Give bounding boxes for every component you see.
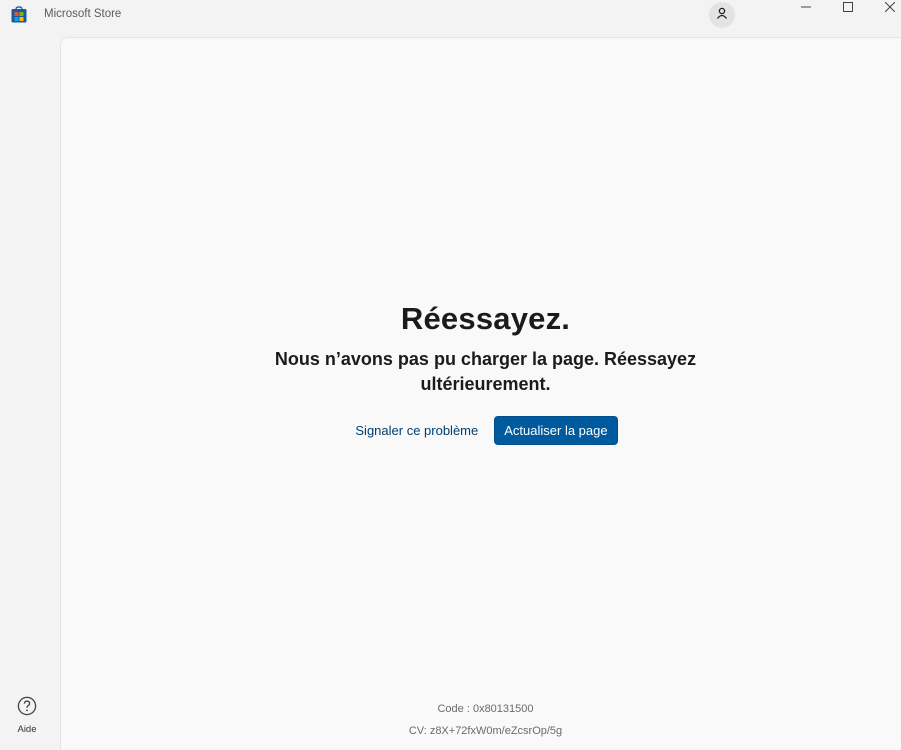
user-icon xyxy=(716,6,728,24)
minimize-button[interactable] xyxy=(786,0,826,14)
diagnostics-info: Code : 0x80131500 CV: z8X+72fxW0m/eZcsrO… xyxy=(61,698,901,742)
report-problem-link[interactable]: Signaler ce problème xyxy=(353,419,480,442)
content-panel: Réessayez. Nous n’avons pas pu charger l… xyxy=(60,37,901,750)
maximize-button[interactable] xyxy=(828,0,868,14)
maximize-icon xyxy=(843,2,853,12)
error-actions: Signaler ce problème Actualiser la page xyxy=(61,416,901,445)
app-title: Microsoft Store xyxy=(44,8,122,20)
help-button[interactable]: Aide xyxy=(6,696,48,742)
close-icon xyxy=(885,2,895,12)
error-code: Code : 0x80131500 xyxy=(437,703,534,715)
close-button[interactable] xyxy=(870,0,901,14)
help-circle-icon xyxy=(17,696,37,721)
microsoft-store-icon xyxy=(11,6,27,23)
account-button[interactable] xyxy=(709,2,735,28)
help-label: Aide xyxy=(17,724,37,735)
title-bar: Microsoft Store xyxy=(0,0,901,32)
refresh-page-button[interactable]: Actualiser la page xyxy=(494,416,618,445)
minimize-icon xyxy=(801,2,811,12)
error-message-block: Réessayez. Nous n’avons pas pu charger l… xyxy=(61,301,901,445)
microsoft-store-window: Microsoft Store Aide Réessayez. Nous n’a… xyxy=(0,0,901,750)
correlation-vector: CV: z8X+72fxW0m/eZcsrOp/5g xyxy=(408,725,563,737)
error-description: Nous n’avons pas pu charger la page. Rée… xyxy=(274,349,697,394)
error-title: Réessayez. xyxy=(400,301,571,336)
navigation-rail: Aide xyxy=(0,32,60,750)
